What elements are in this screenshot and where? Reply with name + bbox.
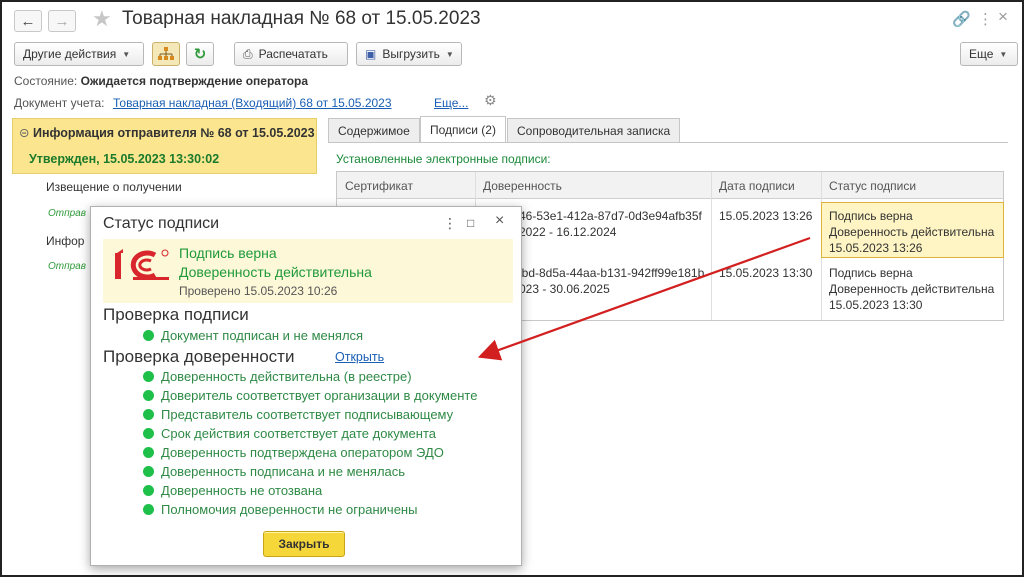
annotation-arrow-icon: [477, 236, 811, 361]
app-window: ← → ★ Товарная накладная № 68 от 15.05.2…: [0, 0, 1024, 577]
